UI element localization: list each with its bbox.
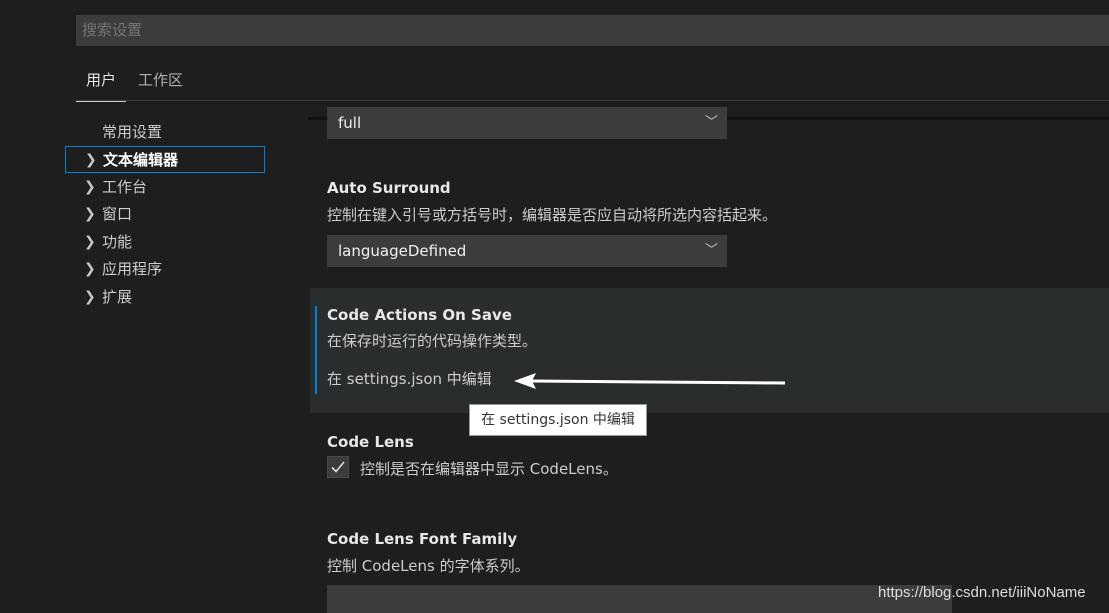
- watermark: https://blog.csdn.net/iiiNoName: [878, 584, 1086, 601]
- annotation-arrow: [514, 373, 786, 389]
- toc-item-label: 工作台: [102, 178, 148, 196]
- toc-item-extensions[interactable]: ❯ 扩展: [65, 284, 265, 311]
- code-lens-font-input[interactable]: [327, 585, 952, 613]
- toc-item-label: 窗口: [102, 205, 133, 223]
- focus-indicator: [315, 306, 317, 394]
- tab-workspace[interactable]: 工作区: [138, 64, 183, 101]
- select-value: languageDefined: [338, 242, 467, 260]
- search-bar[interactable]: [76, 15, 1109, 46]
- chevron-right-icon: ❯: [84, 261, 96, 277]
- toc-item-window[interactable]: ❯ 窗口: [65, 201, 265, 228]
- select-value: full: [338, 114, 362, 132]
- setting-desc-auto-surround: 控制在键入引号或方括号时，编辑器是否应自动将所选内容括起来。: [327, 206, 778, 224]
- toc-item-label: 应用程序: [102, 260, 163, 278]
- toc-item-label: 功能: [102, 233, 133, 251]
- toc-item-label: 常用设置: [102, 123, 163, 141]
- chevron-right-icon: ❯: [84, 234, 96, 250]
- chevron-down-icon: ﹀: [704, 115, 718, 130]
- check-icon: [331, 461, 345, 473]
- setting-desc-code-actions: 在保存时运行的代码操作类型。: [327, 332, 538, 350]
- toc-item-workbench[interactable]: ❯ 工作台: [65, 174, 265, 201]
- tabs-divider: [76, 100, 1109, 101]
- toc-item-common[interactable]: 常用设置: [65, 119, 265, 146]
- toc-item-features[interactable]: ❯ 功能: [65, 229, 265, 256]
- setting-title-auto-surround: Auto Surround: [327, 179, 451, 197]
- chevron-right-icon: ❯: [84, 289, 96, 305]
- tooltip: 在 settings.json 中编辑: [469, 404, 647, 436]
- setting-desc-code-lens: 控制是否在编辑器中显示 CodeLens。: [360, 460, 618, 478]
- toc-item-text-editor[interactable]: ❯ 文本编辑器: [65, 146, 265, 173]
- search-input[interactable]: [82, 21, 1109, 39]
- toc-item-label: 文本编辑器: [103, 151, 179, 169]
- toc-item-label: 扩展: [102, 288, 133, 306]
- edit-in-settings-json-link[interactable]: 在 settings.json 中编辑: [327, 368, 492, 389]
- setting-desc-code-lens-font: 控制 CodeLens 的字体系列。: [327, 557, 530, 575]
- toc-item-application[interactable]: ❯ 应用程序: [65, 256, 265, 283]
- chevron-right-icon: ❯: [85, 152, 97, 168]
- chevron-right-icon: ❯: [84, 206, 96, 222]
- auto-surround-select[interactable]: languageDefined ﹀: [327, 235, 727, 267]
- tab-user[interactable]: 用户: [76, 64, 127, 102]
- code-lens-checkbox[interactable]: [327, 456, 349, 478]
- chevron-right-icon: ❯: [84, 179, 96, 195]
- chevron-down-icon: ﹀: [704, 243, 718, 258]
- previous-setting-select[interactable]: full ﹀: [327, 107, 727, 139]
- setting-title-code-actions: Code Actions On Save: [327, 306, 512, 324]
- setting-title-code-lens: Code Lens: [327, 433, 414, 451]
- setting-title-code-lens-font: Code Lens Font Family: [327, 530, 518, 548]
